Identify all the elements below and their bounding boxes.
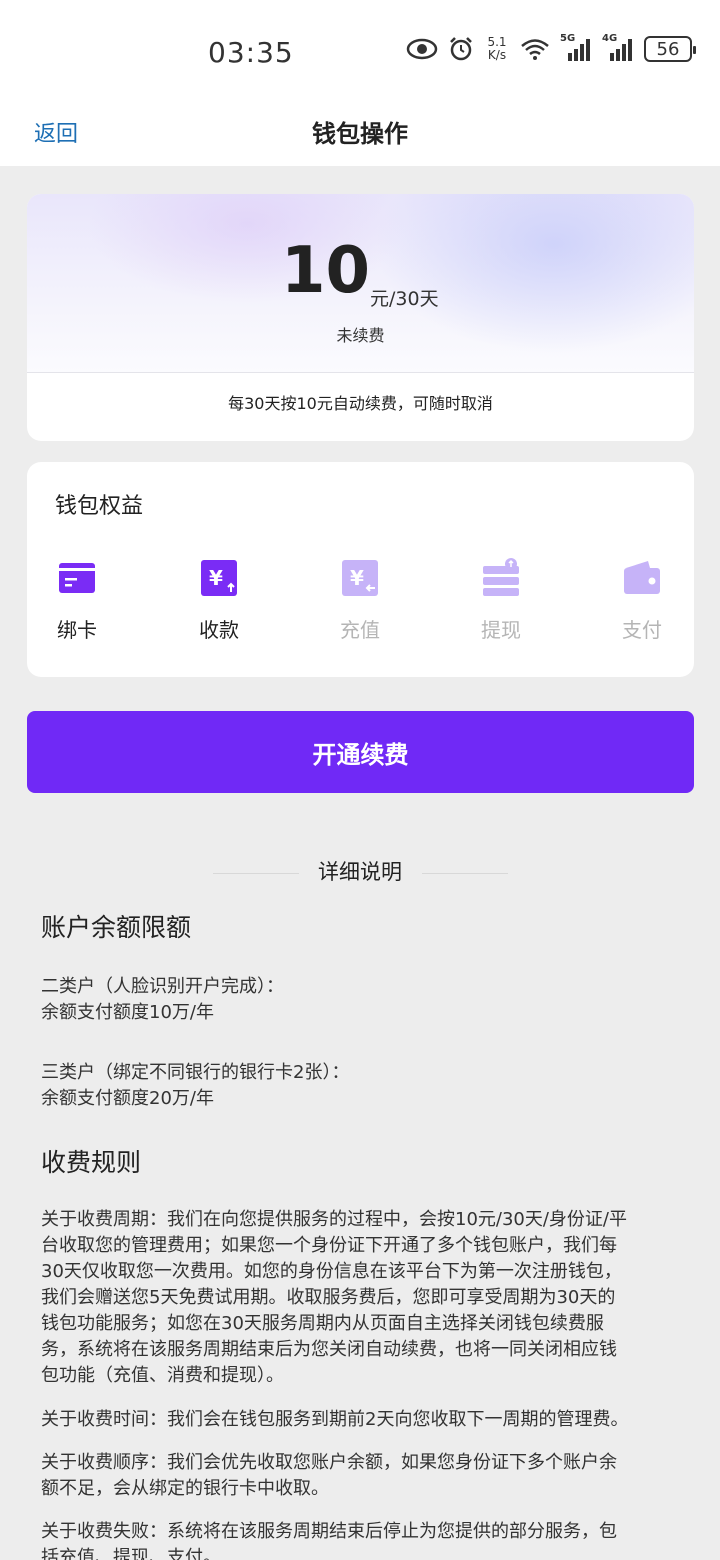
alarm-icon	[448, 36, 474, 62]
benefit-label: 提现	[481, 618, 521, 642]
open-renewal-button[interactable]: 开通续费	[27, 711, 694, 793]
recharge-icon: ¥	[340, 558, 380, 598]
section-title-balance-limit: 账户余额限额	[41, 913, 192, 942]
fee-rule-paragraph: 关于收费时间：我们会在钱包服务到期前2天向您收取下一周期的管理费。	[41, 1409, 629, 1430]
divider	[422, 873, 508, 874]
svg-text:¥: ¥	[350, 566, 364, 590]
divider	[27, 372, 694, 373]
net-speed: 5.1 K/s	[487, 35, 507, 62]
withdraw-icon	[481, 558, 521, 598]
detail-heading: 详细说明	[0, 856, 720, 886]
benefits-title: 钱包权益	[55, 494, 144, 519]
fee-rule-paragraph: 关于收费周期：我们在向您提供服务的过程中，会按10元/30天/身份证/平 台收取…	[41, 1209, 627, 1386]
status-icons: 5.1 K/s 5G 4G 56	[406, 33, 696, 62]
benefit-label: 支付	[622, 618, 662, 642]
renewal-status: 未续费	[336, 326, 385, 345]
battery-icon: 56	[644, 36, 696, 62]
signal-icon: 4G	[602, 33, 634, 61]
wallet-pay-icon	[622, 558, 662, 598]
status-bar: 03:35 5.1 K/s 5G 4G 56	[0, 0, 720, 100]
price-unit: 元/30天	[370, 288, 439, 310]
benefits-card: 钱包权益 绑卡 ¥ 收款 ¥ 充值 提现 支付	[27, 462, 694, 677]
benefit-receive[interactable]: ¥ 收款	[169, 558, 269, 658]
fee-rule-paragraph: 关于收费失败：系统将在该服务周期结束后停止为您提供的部分服务，包 括充值、提现、…	[41, 1521, 617, 1560]
detail-title: 详细说明	[318, 860, 402, 884]
receive-payment-icon: ¥	[199, 558, 239, 598]
benefit-label: 充值	[340, 618, 380, 642]
page-title: 钱包操作	[312, 120, 408, 148]
status-time: 03:35	[208, 36, 294, 69]
benefit-label: 绑卡	[57, 618, 97, 642]
wifi-icon	[520, 37, 550, 61]
benefit-label: 收款	[199, 618, 239, 642]
benefit-recharge[interactable]: ¥ 充值	[310, 558, 410, 658]
section-title-fee-rules: 收费规则	[41, 1148, 142, 1177]
benefit-withdraw[interactable]: 提现	[451, 558, 551, 658]
signal-icon: 5G	[560, 33, 592, 61]
limit-paragraph: 二类户（人脸识别开户完成）： 余额支付额度10万/年	[41, 976, 284, 1023]
price-amount: 10	[281, 234, 371, 308]
svg-text:¥: ¥	[209, 566, 223, 590]
price-card: 10 元/30天 未续费 每30天按10元自动续费，可随时取消	[27, 194, 694, 441]
fee-rule-paragraph: 关于收费顺序：我们会优先收取您账户余额，如果您身份证下多个账户余 额不足，会从绑…	[41, 1452, 617, 1499]
bind-card-icon	[57, 558, 97, 598]
nav-bar: 返回 钱包操作	[0, 100, 720, 166]
eye-icon	[406, 38, 438, 60]
renewal-note: 每30天按10元自动续费，可随时取消	[228, 394, 493, 413]
benefit-bind-card[interactable]: 绑卡	[27, 558, 127, 658]
benefit-pay[interactable]: 支付	[592, 558, 692, 658]
limit-paragraph: 三类户（绑定不同银行的银行卡2张）： 余额支付额度20万/年	[41, 1062, 350, 1109]
